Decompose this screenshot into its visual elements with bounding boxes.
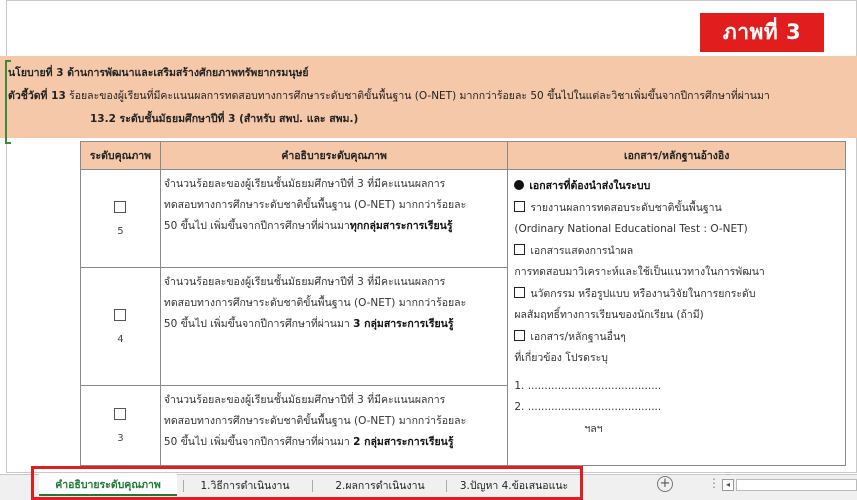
indicator-label: ตัวชี้วัดที่ 13 <box>8 90 66 102</box>
checkbox-icon[interactable] <box>514 329 526 341</box>
refs-heading: เอกสารที่ต้องนำส่งในระบบ <box>514 176 841 198</box>
refs-item-cont: ผลสัมฤทธิ์ทางการเรียนของนักเรียน (ถ้ามี) <box>514 309 704 321</box>
references-cell: เอกสารที่ต้องนำส่งในระบบ รายงานผลการทดสอ… <box>507 169 846 466</box>
refs-item-cont: การทดสอบมาวิเคราะห์และใช้เป็นแนวทางในการ… <box>514 266 765 278</box>
level-number: 4 <box>117 333 124 345</box>
sheet-tab-quality-description[interactable]: คำอธิบายระดับคุณภาพ <box>39 474 177 496</box>
description-bold: 2 กลุ่มสาระการเรียนรู้ <box>353 436 454 448</box>
level-cell: 3 <box>80 385 161 466</box>
figure-badge: ภาพที่ 3 <box>700 13 824 52</box>
level-cell: 5 <box>80 169 161 268</box>
policy-title: นโยบายที่ 3 ด้านการพัฒนาและเสริมสร้างศัก… <box>8 67 309 79</box>
level-number: 3 <box>117 432 124 444</box>
refs-item: เอกสารแสดงการนำผล <box>514 241 841 263</box>
description-line: ทดสอบทางการศึกษาระดับชาติขั้นพื้นฐาน (O-… <box>163 415 467 427</box>
indicator-text: ร้อยละของผู้เรียนที่มีคะแนนผลการทดสอบทาง… <box>65 90 770 102</box>
description-bold: ทุกกลุ่มสาระการเรียนรู้ <box>349 220 453 232</box>
indicator-line: ตัวชี้วัดที่ 13 ร้อยละของผู้เรียนที่มีคะ… <box>8 87 770 104</box>
description-line: จำนวนร้อยละของผู้เรียนชั้นมัธยมศึกษาปีที… <box>163 276 446 288</box>
checkbox-icon[interactable] <box>514 286 526 298</box>
refs-blank: 2. .....................................… <box>514 401 662 413</box>
description-cell: จำนวนร้อยละของผู้เรียนชั้นมัธยมศึกษาปีที… <box>159 385 509 466</box>
checkbox-icon[interactable] <box>514 243 526 255</box>
refs-blank: 1. .....................................… <box>514 379 662 392</box>
table-row: 5 จำนวนร้อยละของผู้เรียนชั้นมัธยมศึกษาปี… <box>80 169 846 466</box>
description-line: 50 ขึ้นไป เพิ่มขึ้นจากปีการศึกษาที่ผ่านม… <box>163 318 454 330</box>
sheet-tab-problems-suggestions[interactable]: 3.ปัญหา 4.ข้อเสนอแนะ <box>452 474 576 496</box>
sheet-tab-results[interactable]: 2.ผลการดำเนินงาน <box>320 474 440 496</box>
description-line: จำนวนร้อยละของผู้เรียนชั้นมัธยมศึกษาปีที… <box>163 178 446 190</box>
description-line: 50 ขึ้นไป เพิ่มขึ้นจากปีการศึกษาที่ผ่านม… <box>163 220 453 232</box>
tab-divider <box>312 480 313 492</box>
column-header-description: คำอธิบายระดับคุณภาพ <box>159 141 509 170</box>
level-number: 5 <box>117 225 124 237</box>
refs-item: เอกสาร/หลักฐานอื่นๆ <box>514 327 841 349</box>
tab-divider <box>446 480 447 492</box>
quality-table: ระดับคุณภาพ คำอธิบายระดับคุณภาพ เอกสาร/ห… <box>80 141 846 466</box>
description-bold: 3 กลุ่มสาระการเรียนรู้ <box>353 318 454 330</box>
refs-onet-full: (Ordinary National Educational Test : O-… <box>514 223 748 235</box>
column-header-references: เอกสาร/หลักฐานอ้างอิง <box>507 141 846 170</box>
sheet-tab-method[interactable]: 1.วิธีการดำเนินงาน <box>190 474 300 496</box>
table-header-row: ระดับคุณภาพ คำอธิบายระดับคุณภาพ เอกสาร/ห… <box>80 141 846 170</box>
description-line: 50 ขึ้นไป เพิ่มขึ้นจากปีการศึกษาที่ผ่านม… <box>163 436 454 448</box>
refs-item-cont: ที่เกี่ยวข้อง โปรดระบุ <box>514 352 608 364</box>
add-sheet-icon[interactable]: + <box>657 476 673 492</box>
column-header-level: ระดับคุณภาพ <box>80 141 161 170</box>
tab-divider <box>183 480 184 492</box>
more-options-icon[interactable]: ⋮ <box>708 476 720 490</box>
scroll-left-icon[interactable]: ◂ <box>722 479 734 491</box>
refs-etc: ฯลฯ <box>584 422 603 435</box>
description-line: ทดสอบทางการศึกษาระดับชาติขั้นพื้นฐาน (O-… <box>163 199 467 211</box>
description-cell: จำนวนร้อยละของผู้เรียนชั้นมัธยมศึกษาปีที… <box>159 169 509 268</box>
checkbox-icon[interactable] <box>514 200 526 212</box>
description-cell: จำนวนร้อยละของผู้เรียนชั้นมัธยมศึกษาปีที… <box>159 267 509 386</box>
refs-item: รายงานผลการทดสอบระดับชาติขั้นพื้นฐาน <box>514 198 841 220</box>
level-checkbox[interactable] <box>114 407 127 420</box>
level-checkbox[interactable] <box>114 308 127 321</box>
description-line: จำนวนร้อยละของผู้เรียนชั้นมัธยมศึกษาปีที… <box>163 394 446 406</box>
level-checkbox[interactable] <box>114 200 127 213</box>
refs-item: นวัตกรรม หรือรูปแบบ หรืองานวิจัยในการยกร… <box>514 284 841 306</box>
description-line: ทดสอบทางการศึกษาระดับชาติขั้นพื้นฐาน (O-… <box>163 297 467 309</box>
indicator-subtitle: 13.2 ระดับชั้นมัธยมศึกษาปีที่ 3 (สำหรับ … <box>90 113 359 125</box>
level-cell: 4 <box>80 267 161 386</box>
horizontal-scrollbar[interactable] <box>736 479 857 491</box>
bullet-icon <box>514 180 525 190</box>
